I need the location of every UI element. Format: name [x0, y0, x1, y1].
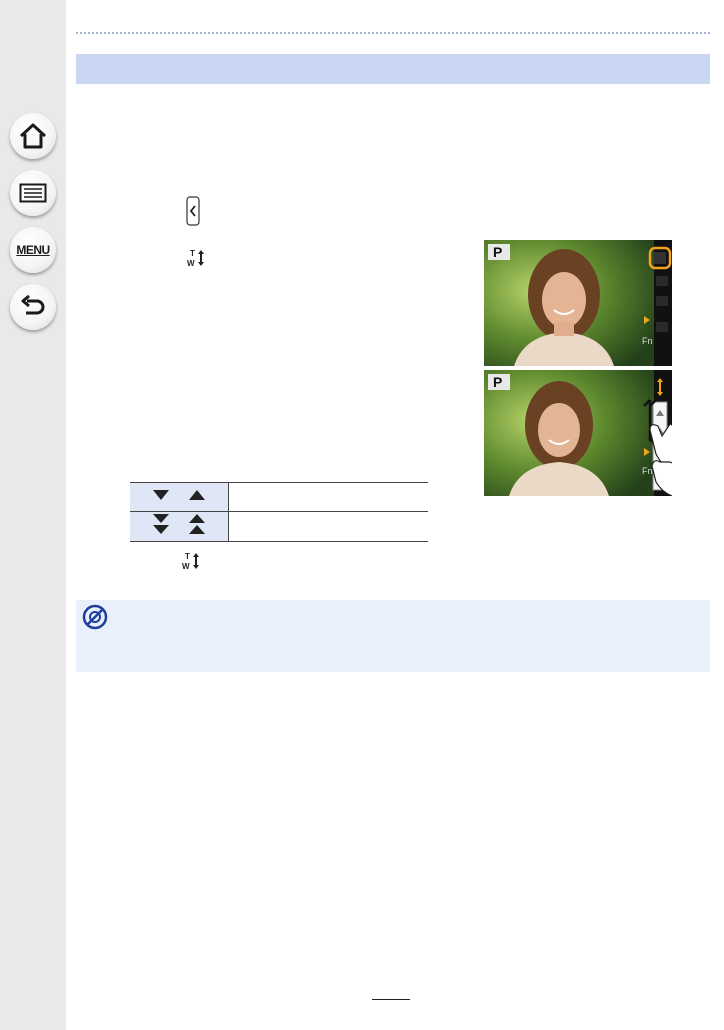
fast-speed-description — [228, 511, 428, 542]
mode-label-2: P — [493, 374, 502, 390]
table-row — [130, 511, 428, 542]
back-arrow-icon — [21, 295, 45, 315]
menu-icon: MENU — [16, 243, 50, 257]
zoom-t-label: T — [190, 249, 195, 258]
portrait-photo-1: P Fn — [484, 240, 672, 366]
zoom-tw-icon: T W — [187, 249, 204, 268]
back-button[interactable] — [10, 284, 56, 330]
mode-label-1: P — [493, 244, 502, 260]
menu-button[interactable]: MENU — [10, 227, 56, 273]
slow-speed-cell — [130, 482, 229, 512]
top-dotted-rule — [76, 32, 710, 34]
zoom-speed-table — [130, 482, 428, 542]
single-arrows-icon — [153, 489, 205, 500]
zoom-w-label: W — [187, 259, 195, 268]
sidebar: MENU — [0, 0, 66, 1030]
slow-speed-description — [228, 482, 428, 512]
portrait-photo-2: P Fn — [484, 370, 672, 496]
camera-screen-2: P Fn — [484, 370, 672, 496]
table-row — [130, 482, 428, 512]
left-tab-chevron-icon — [186, 196, 200, 226]
not-available-icon — [82, 604, 108, 630]
list-icon — [19, 183, 47, 203]
camera-screen-1: P Fn — [484, 240, 672, 366]
fast-speed-cell — [130, 511, 229, 542]
home-icon — [19, 123, 47, 149]
fn-label-1: Fn — [642, 336, 653, 346]
home-button[interactable] — [10, 113, 56, 159]
zoom-w-label: W — [182, 562, 190, 571]
zoom-t-label: T — [185, 552, 190, 561]
fn-label-2: Fn — [642, 466, 653, 476]
double-arrows-icon — [153, 514, 205, 534]
section-header-band — [76, 54, 710, 84]
note-box — [76, 600, 710, 672]
contents-button[interactable] — [10, 170, 56, 216]
zoom-tw-icon: T W — [182, 552, 199, 571]
page-number-underline — [372, 999, 410, 1000]
